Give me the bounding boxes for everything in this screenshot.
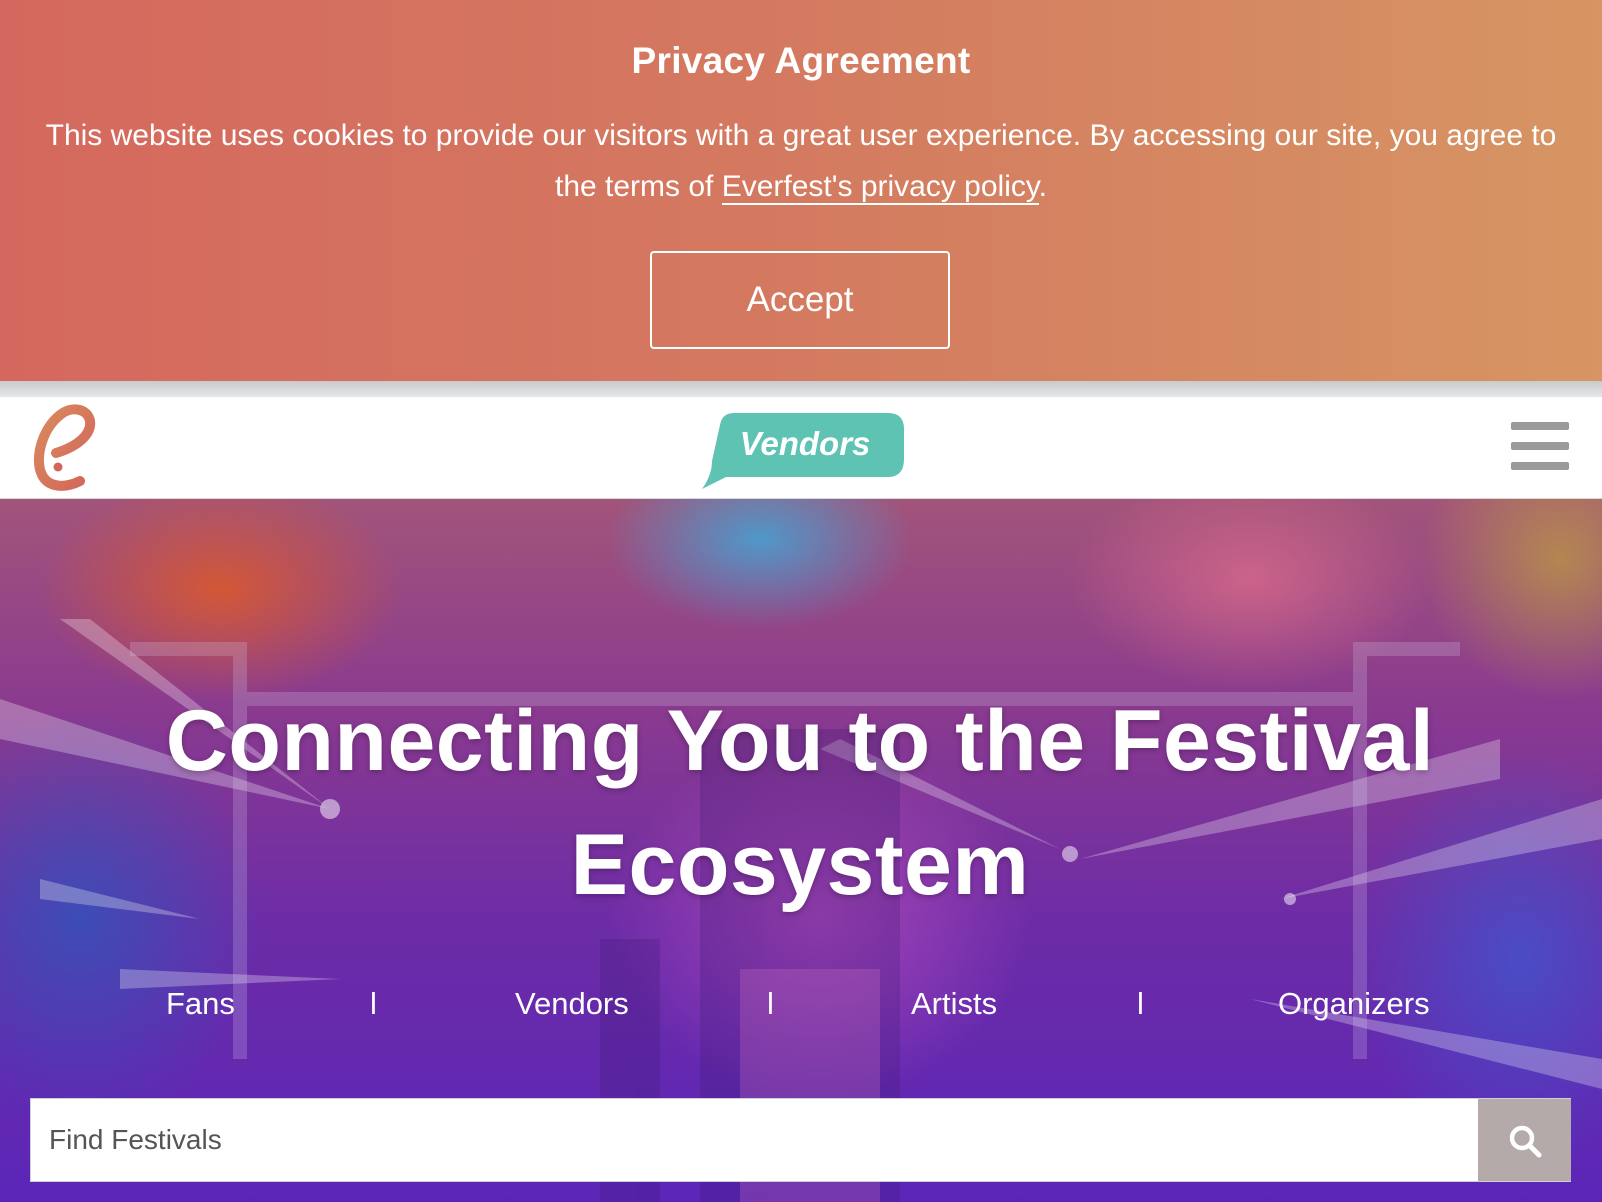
hero-title: Connecting You to the Festival Ecosystem [165, 693, 1435, 913]
audience-separator: l [767, 986, 774, 1021]
search-icon [1509, 1125, 1541, 1157]
audience-link-fans[interactable]: Fans [166, 986, 235, 1022]
hamburger-menu-icon[interactable] [1511, 422, 1569, 470]
festival-search-bar [30, 1098, 1571, 1182]
cookie-banner-text: This website uses cookies to provide our… [40, 110, 1562, 212]
cookie-text-after-link: . [1038, 170, 1047, 203]
audience-separator: l [1137, 986, 1144, 1021]
audience-nav: Fans l Vendors l Artists l Organizers [0, 986, 1602, 1030]
everfest-logo-icon[interactable] [28, 401, 100, 491]
accept-button[interactable]: Accept [650, 251, 950, 349]
audience-separator: l [370, 986, 377, 1021]
search-button[interactable] [1478, 1099, 1571, 1181]
hero-section: Connecting You to the Festival Ecosystem… [0, 499, 1602, 1202]
cookie-banner-title: Privacy Agreement [631, 40, 971, 81]
banner-divider [0, 381, 1602, 397]
privacy-policy-link[interactable]: Everfest's privacy policy [721, 170, 1039, 205]
search-input[interactable] [31, 1099, 1478, 1181]
audience-link-vendors[interactable]: Vendors [515, 986, 629, 1022]
audience-link-organizers[interactable]: Organizers [1278, 986, 1430, 1022]
vendors-badge-label: Vendors [739, 425, 871, 462]
cookie-banner: Privacy Agreement This website uses cook… [0, 0, 1602, 381]
audience-link-artists[interactable]: Artists [911, 986, 997, 1022]
site-header: Vendors [0, 397, 1602, 499]
